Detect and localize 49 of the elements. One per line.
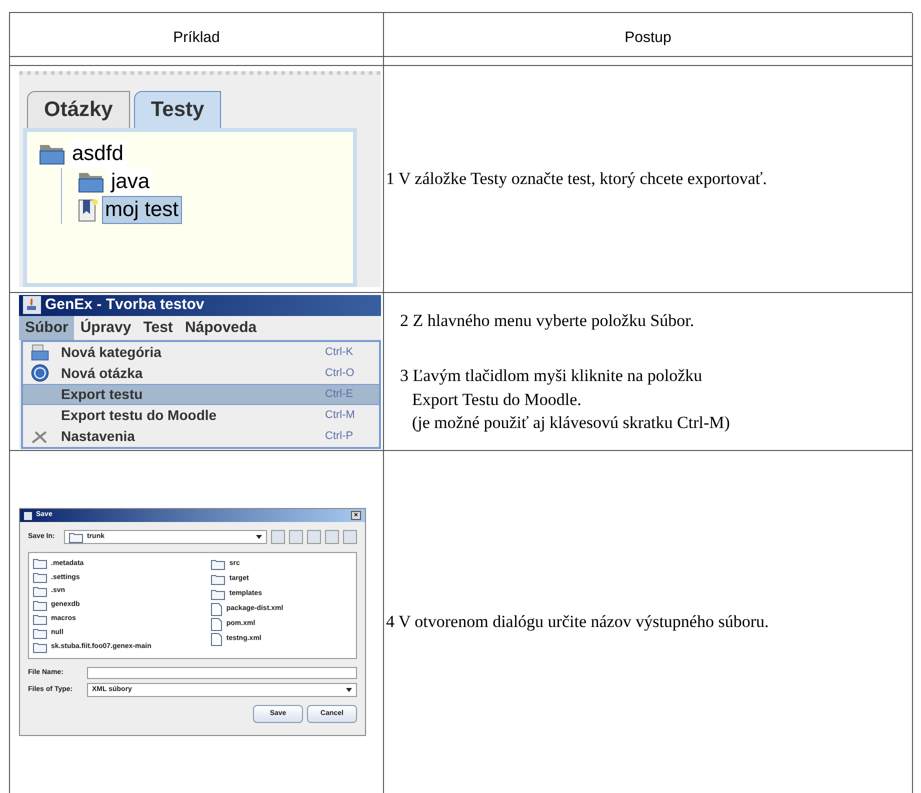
tab[interactable]: Otázky: [27, 91, 130, 128]
folder-icon: [211, 559, 226, 570]
instruction-text: 3 Ľavým tlačidlom myši kliknite na položku Export Testu do Moodle. (je možné použiť aj klávesovú skratku Ctrl-M): [400, 365, 731, 434]
tree-item[interactable]: moj test: [102, 196, 182, 224]
folder-icon: [33, 600, 47, 611]
instruction-text: 2 Z hlavného menu vyberte položku Súbor.: [400, 310, 696, 332]
file-name-input[interactable]: [87, 667, 357, 679]
tools-icon: [31, 428, 49, 444]
menu-entry[interactable]: Export testu Ctrl-E: [23, 384, 379, 404]
toolbar-icon[interactable]: [325, 530, 339, 544]
column-header: Postup: [384, 13, 913, 57]
caret-icon: [256, 535, 262, 539]
column-header: Príklad: [10, 13, 384, 57]
file-icon: [211, 618, 222, 631]
toolbar-icon[interactable]: [271, 530, 285, 544]
folder-icon: [31, 344, 49, 360]
instruction-text: 4 V otvorenom dialógu určite názov výstupného súboru.: [386, 611, 770, 634]
tree-item[interactable]: java: [108, 168, 153, 196]
toolbar-icon[interactable]: [343, 530, 357, 544]
folder-icon: [78, 170, 104, 193]
tab[interactable]: Testy: [134, 91, 222, 128]
help-icon: [31, 364, 49, 382]
menu-item[interactable]: Úpravy: [74, 316, 138, 340]
folder-icon: [33, 642, 47, 653]
menu-item[interactable]: Test: [137, 316, 179, 340]
menu-entry[interactable]: Nastavenia Ctrl-P: [23, 426, 379, 446]
folder-icon: [33, 614, 47, 625]
toolbar-icon[interactable]: [307, 530, 321, 544]
toolbar-icon[interactable]: [289, 530, 303, 544]
folder-icon: [33, 572, 47, 584]
menu-entry[interactable]: Nová kategória Ctrl-K: [23, 342, 379, 362]
instruction-text: 1 V záložke Testy označte test, ktorý chcete exportovať.: [386, 168, 768, 190]
menu-entry[interactable]: Nová otázka Ctrl-O: [23, 362, 379, 384]
window-title: GenEx - Tvorba testov: [45, 294, 204, 315]
folder-icon: [33, 558, 47, 570]
folder-icon: [211, 574, 226, 585]
folder-icon: [33, 628, 47, 639]
tree-item[interactable]: asdfd: [69, 140, 126, 168]
menu-item[interactable]: Súbor: [19, 316, 74, 340]
file-icon: [211, 633, 222, 646]
folder-icon: [33, 586, 47, 598]
folder-icon: [39, 142, 65, 165]
folder-icon: [211, 589, 226, 600]
menu-item[interactable]: Nápoveda: [178, 316, 263, 340]
bookmark-icon: [78, 198, 98, 222]
menu-entry[interactable]: Export testu do Moodle Ctrl-M: [23, 404, 379, 426]
caret-icon: [346, 688, 352, 692]
folder-icon: [69, 532, 83, 542]
file-icon: [211, 603, 222, 616]
